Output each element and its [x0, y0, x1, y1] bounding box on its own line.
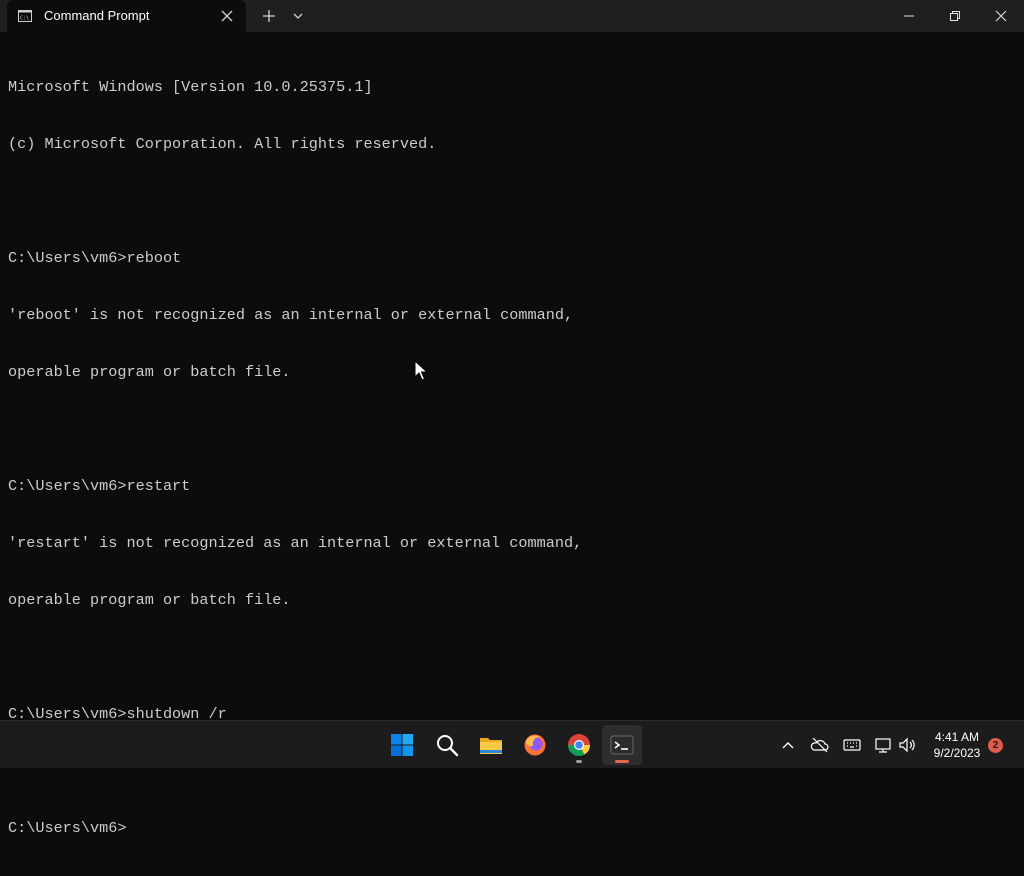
- firefox-icon: [524, 734, 546, 756]
- console-line: operable program or batch file.: [8, 363, 291, 381]
- terminal-window: C:\ Command Prompt Microsoft Windows [Ve…: [0, 0, 1024, 837]
- chevron-down-icon[interactable]: [292, 10, 304, 22]
- minimize-icon: [904, 15, 914, 17]
- search-button[interactable]: [427, 725, 467, 765]
- volume-icon[interactable]: [897, 735, 917, 755]
- active-indicator: [615, 760, 629, 763]
- mouse-cursor-icon: [414, 360, 428, 381]
- tab-command-prompt[interactable]: C:\ Command Prompt: [7, 0, 246, 32]
- close-icon: [995, 10, 1007, 22]
- console-line: C:\Users\vm6>restart: [8, 477, 191, 495]
- chevron-up-icon[interactable]: [778, 735, 798, 755]
- folder-icon: [480, 738, 502, 754]
- command-prompt-icon: C:\: [18, 10, 32, 22]
- windows-logo-icon: [391, 734, 413, 756]
- network-icon[interactable]: [873, 735, 893, 755]
- file-explorer-button[interactable]: [471, 725, 511, 765]
- console-line: 'reboot' is not recognized as an interna…: [8, 306, 574, 324]
- system-clock[interactable]: 4:41 AM 9/2/2023: [926, 729, 988, 761]
- keyboard-icon[interactable]: [842, 735, 862, 755]
- console-line: 'restart' is not recognized as an intern…: [8, 534, 583, 552]
- close-tab-icon[interactable]: [220, 9, 234, 23]
- restore-icon: [950, 11, 960, 21]
- start-button[interactable]: [382, 725, 422, 765]
- running-indicator: [576, 760, 582, 763]
- firefox-button[interactable]: [515, 725, 555, 765]
- svg-text:C:\: C:\: [20, 16, 29, 22]
- search-icon: [437, 735, 459, 757]
- title-bar[interactable]: C:\ Command Prompt: [0, 0, 1024, 32]
- console-prompt[interactable]: C:\Users\vm6>: [8, 819, 1016, 838]
- console-line: Microsoft Windows [Version 10.0.25375.1]: [8, 78, 373, 96]
- close-button[interactable]: [978, 0, 1024, 32]
- restore-button[interactable]: [932, 0, 978, 32]
- new-tab-icon[interactable]: [261, 8, 277, 24]
- taskbar: 4:41 AM 9/2/2023 2: [0, 720, 1024, 768]
- onedrive-offline-icon[interactable]: [810, 735, 830, 755]
- tab-title: Command Prompt: [44, 8, 150, 23]
- terminal-button[interactable]: [602, 725, 642, 765]
- console-line: (c) Microsoft Corporation. All rights re…: [8, 135, 437, 153]
- minimize-button[interactable]: [886, 0, 932, 32]
- terminal-icon: [610, 735, 634, 755]
- clock-date: 9/2/2023: [933, 746, 981, 760]
- chrome-button[interactable]: [559, 725, 599, 765]
- notification-badge[interactable]: 2: [988, 738, 1003, 753]
- clock-time: 4:41 AM: [934, 730, 980, 744]
- chrome-icon: [568, 734, 590, 756]
- console-line: operable program or batch file.: [8, 591, 291, 609]
- console-line: C:\Users\vm6>reboot: [8, 249, 182, 267]
